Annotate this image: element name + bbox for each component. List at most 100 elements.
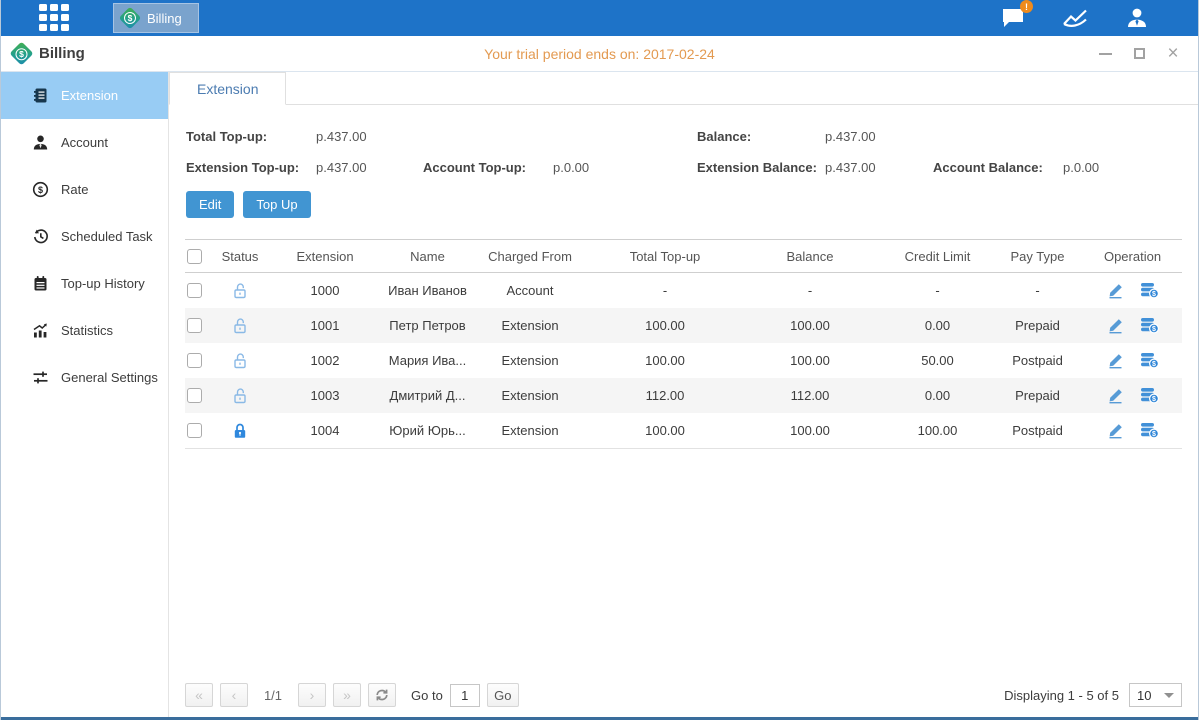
pagination-bar: « ‹ 1/1 › » Go to Go: [169, 683, 1198, 717]
svg-text:$: $: [37, 185, 42, 195]
action-buttons: Edit Top Up: [186, 191, 1198, 218]
edit-row-icon[interactable]: [1107, 422, 1124, 439]
cell-credit-limit: 100.00: [880, 423, 995, 438]
sidebar-item-label: Scheduled Task: [61, 229, 153, 244]
row-checkbox[interactable]: [187, 423, 202, 438]
cell-pay-type: Prepaid: [995, 388, 1080, 403]
column-header-status: Status: [215, 249, 265, 264]
cell-charged-from: Extension: [470, 353, 590, 368]
cell-extension: 1003: [265, 388, 385, 403]
cell-balance: 100.00: [740, 423, 880, 438]
edit-row-icon[interactable]: [1107, 352, 1124, 369]
column-header-pay-type: Pay Type: [995, 249, 1080, 264]
sidebar: Extension Account $ Rate Scheduled Task: [1, 72, 169, 717]
next-page-button[interactable]: ›: [298, 683, 326, 707]
prev-page-button[interactable]: ‹: [220, 683, 248, 707]
first-page-button[interactable]: «: [185, 683, 213, 707]
cell-charged-from: Extension: [470, 423, 590, 438]
top-up-row-icon[interactable]: $: [1140, 387, 1159, 404]
billing-dollar-diamond-icon: $: [9, 41, 33, 65]
account-balance-value: p.0.00: [1063, 160, 1198, 175]
cell-credit-limit: -: [880, 283, 995, 298]
minimize-icon[interactable]: [1098, 47, 1112, 61]
balance-label: Balance:: [697, 129, 825, 144]
edit-row-icon[interactable]: [1107, 317, 1124, 334]
cell-name: Дмитрий Д...: [385, 388, 470, 403]
table-row: 1000 Иван Иванов Account - - - - $: [185, 273, 1182, 308]
window-title: Billing: [39, 45, 85, 62]
refresh-button[interactable]: [368, 683, 396, 707]
status-locked-icon[interactable]: [231, 422, 249, 440]
sidebar-item-statistics[interactable]: Statistics: [1, 307, 168, 354]
top-up-button[interactable]: Top Up: [243, 191, 310, 218]
general-settings-icon: [31, 369, 49, 387]
edit-button[interactable]: Edit: [186, 191, 234, 218]
account-icon: [31, 134, 49, 152]
cell-name: Мария Ива...: [385, 353, 470, 368]
cell-pay-type: Prepaid: [995, 318, 1080, 333]
close-icon[interactable]: ×: [1166, 47, 1180, 61]
statistics-icon: [31, 322, 49, 340]
cell-extension: 1000: [265, 283, 385, 298]
sidebar-item-label: Account: [61, 135, 108, 150]
sidebar-item-account[interactable]: Account: [1, 119, 168, 166]
tab-bar: Extension: [169, 72, 1198, 105]
sidebar-item-label: Statistics: [61, 323, 113, 338]
column-header-balance: Balance: [740, 249, 880, 264]
goto-page-input[interactable]: [450, 684, 480, 707]
go-button[interactable]: Go: [487, 683, 519, 707]
cell-credit-limit: 50.00: [880, 353, 995, 368]
top-up-row-icon[interactable]: $: [1140, 352, 1159, 369]
sidebar-item-label: Extension: [61, 88, 118, 103]
column-header-charged-from: Charged From: [470, 249, 590, 264]
select-all-checkbox[interactable]: [187, 249, 202, 264]
svg-text:$: $: [1152, 396, 1156, 403]
sidebar-item-scheduled-task[interactable]: Scheduled Task: [1, 213, 168, 260]
cell-balance: 100.00: [740, 318, 880, 333]
sidebar-item-extension[interactable]: Extension: [1, 72, 168, 119]
user-account-icon[interactable]: [1124, 6, 1150, 30]
sidebar-item-general-settings[interactable]: General Settings: [1, 354, 168, 401]
extension-topup-label: Extension Top-up:: [186, 160, 316, 175]
edit-row-icon[interactable]: [1107, 387, 1124, 404]
edit-row-icon[interactable]: [1107, 282, 1124, 299]
status-unlocked-icon[interactable]: [231, 317, 249, 335]
row-checkbox[interactable]: [187, 283, 202, 298]
window-title-bar: $ Billing Your trial period ends on: 201…: [1, 36, 1198, 72]
reports-chart-icon[interactable]: [1062, 6, 1088, 30]
page-size-select[interactable]: 10: [1129, 683, 1182, 707]
cell-total-topup: 100.00: [590, 353, 740, 368]
table-header: Status Extension Name Charged From Total…: [185, 239, 1182, 273]
top-up-row-icon[interactable]: $: [1140, 422, 1159, 439]
top-up-row-icon[interactable]: $: [1140, 317, 1159, 334]
last-page-button[interactable]: »: [333, 683, 361, 707]
status-unlocked-icon[interactable]: [231, 282, 249, 300]
app-launcher-grid-icon[interactable]: [39, 4, 69, 32]
billing-app-tab[interactable]: $ Billing: [113, 3, 199, 33]
svg-text:$: $: [1152, 361, 1156, 368]
cell-total-topup: 100.00: [590, 423, 740, 438]
column-header-operation: Operation: [1080, 249, 1185, 264]
cell-charged-from: Extension: [470, 388, 590, 403]
cell-name: Иван Иванов: [385, 283, 470, 298]
notification-badge: !: [1020, 0, 1033, 13]
chevron-down-icon: [1164, 693, 1174, 698]
maximize-icon[interactable]: [1132, 47, 1146, 61]
cell-total-topup: 112.00: [590, 388, 740, 403]
cell-charged-from: Account: [470, 283, 590, 298]
status-unlocked-icon[interactable]: [231, 387, 249, 405]
sidebar-item-topup-history[interactable]: Top-up History: [1, 260, 168, 307]
app-window: $ Billing !: [0, 0, 1199, 720]
top-up-row-icon[interactable]: $: [1140, 282, 1159, 299]
column-header-total-topup: Total Top-up: [590, 249, 740, 264]
cell-credit-limit: 0.00: [880, 388, 995, 403]
sidebar-item-rate[interactable]: $ Rate: [1, 166, 168, 213]
row-checkbox[interactable]: [187, 353, 202, 368]
messages-icon[interactable]: !: [1000, 6, 1026, 30]
sidebar-item-label: Rate: [61, 182, 88, 197]
total-topup-value: p.437.00: [316, 129, 423, 144]
tab-extension[interactable]: Extension: [169, 72, 286, 105]
row-checkbox[interactable]: [187, 388, 202, 403]
status-unlocked-icon[interactable]: [231, 352, 249, 370]
row-checkbox[interactable]: [187, 318, 202, 333]
